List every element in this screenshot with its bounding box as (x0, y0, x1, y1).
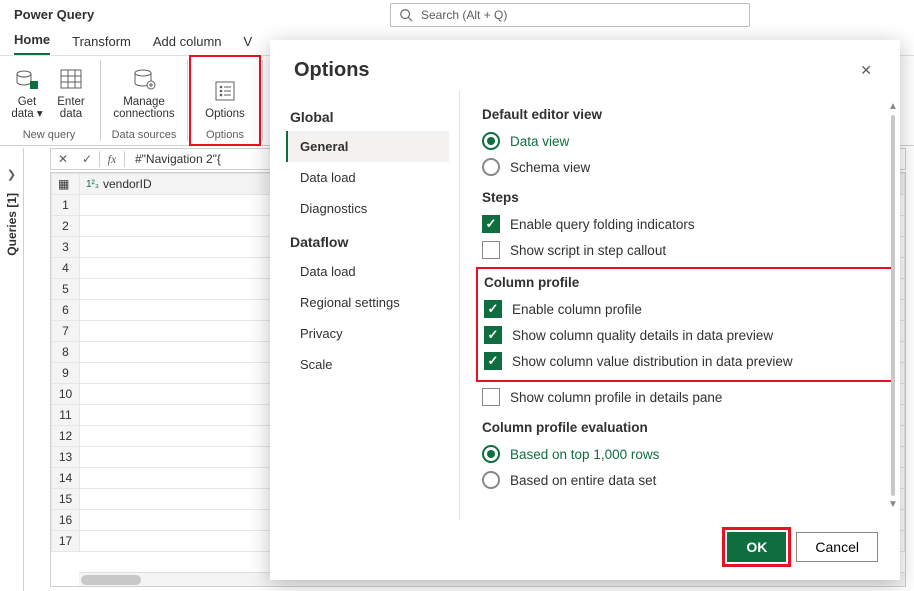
manage-connections-label: Manageconnections (113, 96, 174, 121)
ok-highlight: OK (727, 532, 786, 562)
label-quality: Show column quality details in data prev… (512, 328, 773, 343)
nav-item-diagnostics[interactable]: Diagnostics (286, 193, 449, 224)
group-new-query: New query (0, 127, 98, 145)
row-number: 1 (52, 195, 80, 216)
manage-connections-button[interactable]: Manageconnections (109, 62, 179, 125)
tab-add-column[interactable]: Add column (153, 34, 222, 55)
search-icon (399, 8, 413, 22)
label-schema-view: Schema view (510, 160, 590, 175)
get-data-label: Getdata ▾ (11, 96, 42, 121)
table-corner-icon[interactable]: ▦ (52, 174, 80, 195)
close-icon[interactable]: ✕ (856, 58, 876, 83)
checkbox-enable-profile[interactable] (484, 300, 502, 318)
row-number: 10 (52, 384, 80, 405)
row-number: 7 (52, 321, 80, 342)
options-icon (211, 78, 239, 104)
tab-home[interactable]: Home (14, 32, 50, 55)
nav-item-data-load-global[interactable]: Data load (286, 162, 449, 193)
nav-heading-dataflow: Dataflow (290, 234, 445, 250)
label-value-dist: Show column value distribution in data p… (512, 354, 793, 369)
row-number: 8 (52, 342, 80, 363)
label-script: Show script in step callout (510, 243, 666, 258)
enter-data-button[interactable]: Enterdata (50, 62, 92, 125)
formula-accept-icon[interactable]: ✓ (75, 152, 99, 166)
row-number: 13 (52, 447, 80, 468)
scroll-down-icon[interactable]: ▼ (888, 499, 898, 510)
get-data-icon (13, 66, 41, 92)
row-number: 3 (52, 237, 80, 258)
nav-item-general[interactable]: General (286, 131, 449, 162)
label-data-view: Data view (510, 134, 569, 149)
nav-item-privacy[interactable]: Privacy (286, 318, 449, 349)
nav-item-data-load-dataflow[interactable]: Data load (286, 256, 449, 287)
scroll-up-icon[interactable]: ▲ (888, 101, 898, 112)
fx-icon[interactable]: fx (100, 152, 124, 167)
row-number: 16 (52, 510, 80, 531)
formula-cancel-icon[interactable]: ✕ (51, 152, 75, 166)
search-placeholder: Search (Alt + Q) (421, 8, 507, 22)
label-top-1000: Based on top 1,000 rows (510, 447, 659, 462)
ok-button[interactable]: OK (727, 532, 786, 562)
dialog-content: Default editor view Data view Schema vie… (460, 91, 900, 520)
chevron-right-icon[interactable]: ❯ (7, 168, 16, 181)
group-data-sources: Data sources (103, 127, 185, 145)
column-profile-highlight: Column profile Enable column profile Sho… (476, 267, 894, 382)
row-number: 14 (52, 468, 80, 489)
checkbox-details-pane[interactable] (482, 388, 500, 406)
nav-heading-global: Global (290, 109, 445, 125)
section-editor-view: Default editor view (482, 107, 892, 122)
row-number: 9 (52, 363, 80, 384)
label-enable-profile: Enable column profile (512, 302, 642, 317)
dialog-nav: Global General Data load Diagnostics Dat… (270, 91, 460, 520)
radio-top-1000[interactable] (482, 445, 500, 463)
checkbox-quality[interactable] (484, 326, 502, 344)
enter-data-label: Enterdata (57, 96, 85, 121)
options-label: Options (205, 108, 245, 121)
label-folding: Enable query folding indicators (510, 217, 695, 232)
radio-schema-view[interactable] (482, 158, 500, 176)
nav-item-regional[interactable]: Regional settings (286, 287, 449, 318)
dialog-title: Options (294, 59, 856, 82)
nav-item-scale[interactable]: Scale (286, 349, 449, 380)
get-data-button[interactable]: Getdata ▾ (6, 62, 48, 125)
label-entire: Based on entire data set (510, 473, 656, 488)
checkbox-value-dist[interactable] (484, 352, 502, 370)
section-column-profile: Column profile (484, 275, 886, 290)
row-number: 5 (52, 279, 80, 300)
queries-label: Queries [1] (5, 193, 19, 256)
enter-data-icon (57, 66, 85, 92)
checkbox-script[interactable] (482, 241, 500, 259)
tab-view[interactable]: V (244, 34, 253, 55)
connections-icon (130, 66, 158, 92)
group-options: Options (192, 127, 258, 145)
formula-text[interactable]: #"Navigation 2"{ (125, 152, 221, 166)
row-number: 12 (52, 426, 80, 447)
row-number: 6 (52, 300, 80, 321)
dialog-scrollbar[interactable]: ▲ ▼ (888, 101, 898, 510)
row-number: 4 (52, 258, 80, 279)
row-number: 17 (52, 531, 80, 552)
tab-transform[interactable]: Transform (72, 34, 131, 55)
queries-pane-collapsed[interactable]: ❯ Queries [1] (0, 148, 24, 591)
row-number: 15 (52, 489, 80, 510)
checkbox-folding[interactable] (482, 215, 500, 233)
section-steps: Steps (482, 190, 892, 205)
section-profile-eval: Column profile evaluation (482, 420, 892, 435)
label-details-pane: Show column profile in details pane (510, 390, 722, 405)
radio-data-view[interactable] (482, 132, 500, 150)
options-dialog: Options ✕ Global General Data load Diagn… (270, 40, 900, 580)
cancel-button[interactable]: Cancel (796, 532, 878, 562)
options-button[interactable]: Options (198, 74, 252, 125)
search-box[interactable]: Search (Alt + Q) (390, 3, 750, 27)
row-number: 2 (52, 216, 80, 237)
row-number: 11 (52, 405, 80, 426)
radio-entire[interactable] (482, 471, 500, 489)
